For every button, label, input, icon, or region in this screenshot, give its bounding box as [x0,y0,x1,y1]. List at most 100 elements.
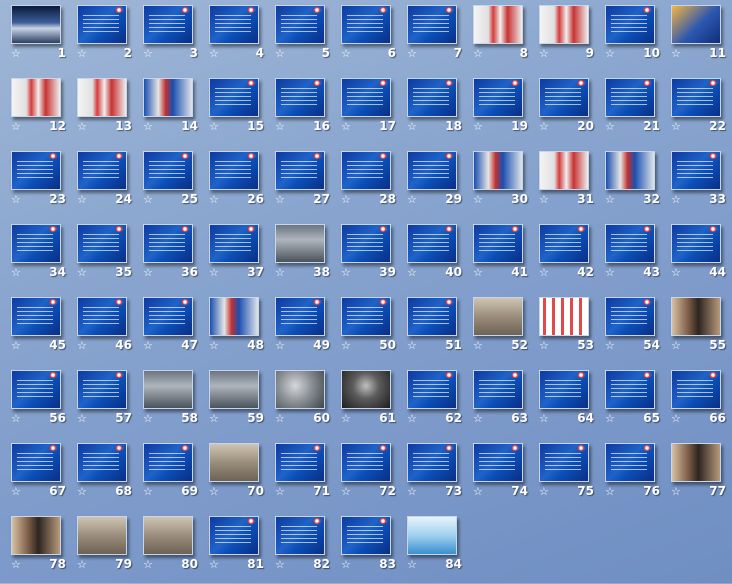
slide-preview[interactable] [275,297,325,336]
star-outline-icon[interactable]: ☆ [209,48,219,59]
slide-thumbnail-60[interactable]: ☆ 60 [264,365,330,438]
slide-thumbnail-79[interactable]: ☆ 79 [66,511,132,584]
slide-thumbnail-62[interactable]: ☆ 62 [396,365,462,438]
slide-thumbnail-77[interactable]: ☆ 77 [660,438,726,511]
slide-preview[interactable] [605,5,655,44]
star-outline-icon[interactable]: ☆ [275,559,285,570]
slide-thumbnail-72[interactable]: ☆ 72 [330,438,396,511]
slide-preview[interactable] [539,5,589,44]
slide-thumbnail-67[interactable]: ☆ 67 [0,438,66,511]
slide-thumbnail-41[interactable]: ☆ 41 [462,219,528,292]
slide-thumbnail-75[interactable]: ☆ 75 [528,438,594,511]
star-outline-icon[interactable]: ☆ [605,121,615,132]
slide-preview[interactable] [341,78,391,117]
slide-thumbnail-2[interactable]: ☆ 2 [66,0,132,73]
slide-preview[interactable] [11,5,61,44]
slide-thumbnail-32[interactable]: ☆ 32 [594,146,660,219]
slide-preview[interactable] [275,443,325,482]
slide-preview[interactable] [473,151,523,190]
star-outline-icon[interactable]: ☆ [77,559,87,570]
slide-preview[interactable] [143,297,193,336]
star-outline-icon[interactable]: ☆ [209,486,219,497]
slide-preview[interactable] [11,297,61,336]
slide-thumbnail-8[interactable]: ☆ 8 [462,0,528,73]
slide-thumbnail-25[interactable]: ☆ 25 [132,146,198,219]
slide-preview[interactable] [209,78,259,117]
star-outline-icon[interactable]: ☆ [671,340,681,351]
slide-preview[interactable] [473,78,523,117]
slide-preview[interactable] [143,5,193,44]
star-outline-icon[interactable]: ☆ [539,413,549,424]
star-outline-icon[interactable]: ☆ [275,413,285,424]
star-outline-icon[interactable]: ☆ [539,48,549,59]
star-outline-icon[interactable]: ☆ [671,194,681,205]
slide-preview[interactable] [341,297,391,336]
slide-thumbnail-3[interactable]: ☆ 3 [132,0,198,73]
star-outline-icon[interactable]: ☆ [11,413,21,424]
slide-thumbnail-15[interactable]: ☆ 15 [198,73,264,146]
slide-thumbnail-50[interactable]: ☆ 50 [330,292,396,365]
slide-thumbnail-24[interactable]: ☆ 24 [66,146,132,219]
star-outline-icon[interactable]: ☆ [473,48,483,59]
slide-preview[interactable] [539,78,589,117]
slide-preview[interactable] [407,516,457,555]
slide-preview[interactable] [11,443,61,482]
slide-preview[interactable] [473,297,523,336]
star-outline-icon[interactable]: ☆ [275,340,285,351]
star-outline-icon[interactable]: ☆ [473,267,483,278]
slide-thumbnail-18[interactable]: ☆ 18 [396,73,462,146]
star-outline-icon[interactable]: ☆ [77,340,87,351]
slide-preview[interactable] [77,5,127,44]
slide-thumbnail-76[interactable]: ☆ 76 [594,438,660,511]
star-outline-icon[interactable]: ☆ [605,267,615,278]
slide-preview[interactable] [341,224,391,263]
slide-thumbnail-51[interactable]: ☆ 51 [396,292,462,365]
star-outline-icon[interactable]: ☆ [77,413,87,424]
slide-preview[interactable] [407,151,457,190]
star-outline-icon[interactable]: ☆ [407,267,417,278]
slide-thumbnail-7[interactable]: ☆ 7 [396,0,462,73]
star-outline-icon[interactable]: ☆ [143,194,153,205]
slide-preview[interactable] [143,516,193,555]
slide-thumbnail-68[interactable]: ☆ 68 [66,438,132,511]
slide-thumbnail-58[interactable]: ☆ 58 [132,365,198,438]
slide-thumbnail-35[interactable]: ☆ 35 [66,219,132,292]
star-outline-icon[interactable]: ☆ [143,486,153,497]
slide-thumbnail-56[interactable]: ☆ 56 [0,365,66,438]
star-outline-icon[interactable]: ☆ [407,340,417,351]
slide-thumbnail-61[interactable]: ☆ 61 [330,365,396,438]
slide-preview[interactable] [209,151,259,190]
slide-preview[interactable] [275,5,325,44]
slide-preview[interactable] [209,297,259,336]
star-outline-icon[interactable]: ☆ [275,48,285,59]
slide-thumbnail-69[interactable]: ☆ 69 [132,438,198,511]
slide-thumbnail-52[interactable]: ☆ 52 [462,292,528,365]
star-outline-icon[interactable]: ☆ [407,48,417,59]
star-outline-icon[interactable]: ☆ [77,486,87,497]
star-outline-icon[interactable]: ☆ [539,121,549,132]
star-outline-icon[interactable]: ☆ [671,48,681,59]
slide-preview[interactable] [671,370,721,409]
slide-thumbnail-27[interactable]: ☆ 27 [264,146,330,219]
slide-preview[interactable] [407,370,457,409]
slide-preview[interactable] [341,151,391,190]
star-outline-icon[interactable]: ☆ [275,121,285,132]
star-outline-icon[interactable]: ☆ [11,486,21,497]
slide-preview[interactable] [143,370,193,409]
star-outline-icon[interactable]: ☆ [605,48,615,59]
slide-thumbnail-81[interactable]: ☆ 81 [198,511,264,584]
star-outline-icon[interactable]: ☆ [77,194,87,205]
slide-thumbnail-31[interactable]: ☆ 31 [528,146,594,219]
slide-thumbnail-59[interactable]: ☆ 59 [198,365,264,438]
slide-thumbnail-1[interactable]: ☆ 1 [0,0,66,73]
slide-preview[interactable] [341,443,391,482]
star-outline-icon[interactable]: ☆ [11,121,21,132]
slide-preview[interactable] [341,516,391,555]
slide-thumbnail-47[interactable]: ☆ 47 [132,292,198,365]
slide-thumbnail-36[interactable]: ☆ 36 [132,219,198,292]
slide-preview[interactable] [209,370,259,409]
slide-preview[interactable] [605,224,655,263]
slide-preview[interactable] [11,151,61,190]
slide-thumbnail-39[interactable]: ☆ 39 [330,219,396,292]
slide-thumbnail-49[interactable]: ☆ 49 [264,292,330,365]
